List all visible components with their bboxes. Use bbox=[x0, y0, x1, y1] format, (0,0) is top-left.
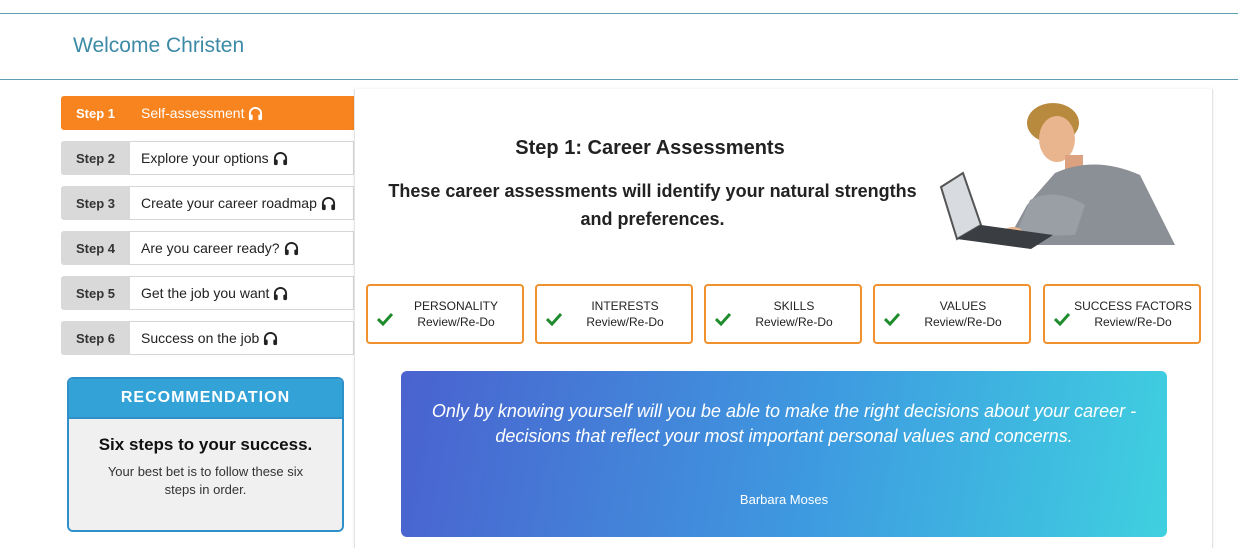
review-redo-link[interactable]: Review/Re-Do bbox=[563, 315, 687, 329]
step-item-3[interactable]: Step 3 Create your career roadmap bbox=[61, 186, 354, 220]
step-label: Explore your options bbox=[141, 150, 269, 166]
headphones-icon bbox=[264, 331, 278, 345]
checkmark-icon bbox=[377, 312, 393, 326]
step-label: Are you career ready? bbox=[141, 240, 280, 256]
headphones-icon bbox=[273, 151, 287, 165]
step-item-6[interactable]: Step 6 Success on the job bbox=[61, 321, 354, 355]
step-number: Step 3 bbox=[61, 186, 130, 220]
review-redo-link[interactable]: Review/Re-Do bbox=[732, 315, 856, 329]
page-subtitle: These career assessments will identify y… bbox=[388, 181, 917, 229]
checkmark-icon bbox=[715, 312, 731, 326]
recommendation-text: Your best bet is to follow these six ste… bbox=[107, 464, 304, 497]
step-label: Create your career roadmap bbox=[141, 195, 317, 211]
recommendation-heading: RECOMMENDATION bbox=[69, 379, 342, 417]
quote-banner: Only by knowing yourself will you be abl… bbox=[401, 371, 1167, 537]
top-divider bbox=[0, 13, 1238, 14]
step-number: Step 2 bbox=[61, 141, 130, 175]
checkmark-icon bbox=[546, 312, 562, 326]
assessment-cards: PERSONALITY Review/Re-Do INTERESTS Revie… bbox=[366, 284, 1202, 344]
assessment-name: VALUES bbox=[939, 299, 987, 313]
step-number: Step 6 bbox=[61, 321, 130, 355]
student-laptop-illustration bbox=[939, 103, 1175, 249]
step-label-container: Success on the job bbox=[130, 321, 354, 355]
step-label: Self-assessment bbox=[141, 105, 245, 121]
review-redo-link[interactable]: Review/Re-Do bbox=[1071, 315, 1195, 329]
assessment-name: SKILLS bbox=[773, 299, 815, 313]
step-number: Step 5 bbox=[61, 276, 130, 310]
page-title: Step 1: Career Assessments bbox=[515, 137, 785, 159]
step-number: Step 1 bbox=[61, 96, 130, 130]
step-label-container: Are you career ready? bbox=[130, 231, 354, 265]
welcome-heading: Welcome Christen bbox=[73, 34, 245, 57]
step-label-container: Self-assessment bbox=[130, 96, 354, 130]
step-item-2[interactable]: Step 2 Explore your options bbox=[61, 141, 354, 175]
checkmark-icon bbox=[1054, 312, 1070, 326]
quote-text: Only by knowing yourself will you be abl… bbox=[431, 401, 1137, 446]
headphones-icon bbox=[321, 196, 335, 210]
headphones-icon bbox=[284, 241, 298, 255]
headphones-icon bbox=[274, 286, 288, 300]
step-label: Success on the job bbox=[141, 330, 260, 346]
quote-author: Barbara Moses bbox=[739, 492, 829, 507]
step-item-5[interactable]: Step 5 Get the job you want bbox=[61, 276, 354, 310]
assessment-card-personality[interactable]: PERSONALITY Review/Re-Do bbox=[366, 284, 524, 344]
header-divider bbox=[0, 79, 1238, 80]
main-panel: Step 1: Career Assessments These career … bbox=[354, 89, 1213, 548]
headphones-icon bbox=[249, 106, 263, 120]
recommendation-body: Six steps to your success. Your best bet… bbox=[69, 417, 342, 530]
step-label: Get the job you want bbox=[141, 285, 270, 301]
review-redo-link[interactable]: Review/Re-Do bbox=[901, 315, 1025, 329]
assessment-card-success-factors[interactable]: SUCCESS FACTORS Review/Re-Do bbox=[1043, 284, 1201, 344]
recommendation-title: Six steps to your success. bbox=[98, 435, 313, 454]
assessment-card-values[interactable]: VALUES Review/Re-Do bbox=[873, 284, 1031, 344]
step-label-container: Explore your options bbox=[130, 141, 354, 175]
step-label-container: Create your career roadmap bbox=[130, 186, 354, 220]
assessment-name: INTERESTS bbox=[591, 299, 659, 313]
step-item-4[interactable]: Step 4 Are you career ready? bbox=[61, 231, 354, 265]
recommendation-card: RECOMMENDATION Six steps to your success… bbox=[67, 377, 344, 532]
step-number: Step 4 bbox=[61, 231, 130, 265]
assessment-name: SUCCESS FACTORS bbox=[1074, 299, 1192, 313]
step-label-container: Get the job you want bbox=[130, 276, 354, 310]
assessment-card-interests[interactable]: INTERESTS Review/Re-Do bbox=[535, 284, 693, 344]
checkmark-icon bbox=[884, 312, 900, 326]
assessment-card-skills[interactable]: SKILLS Review/Re-Do bbox=[704, 284, 862, 344]
review-redo-link[interactable]: Review/Re-Do bbox=[394, 315, 518, 329]
step-item-1[interactable]: Step 1 Self-assessment bbox=[61, 96, 354, 130]
assessment-name: PERSONALITY bbox=[413, 299, 499, 313]
